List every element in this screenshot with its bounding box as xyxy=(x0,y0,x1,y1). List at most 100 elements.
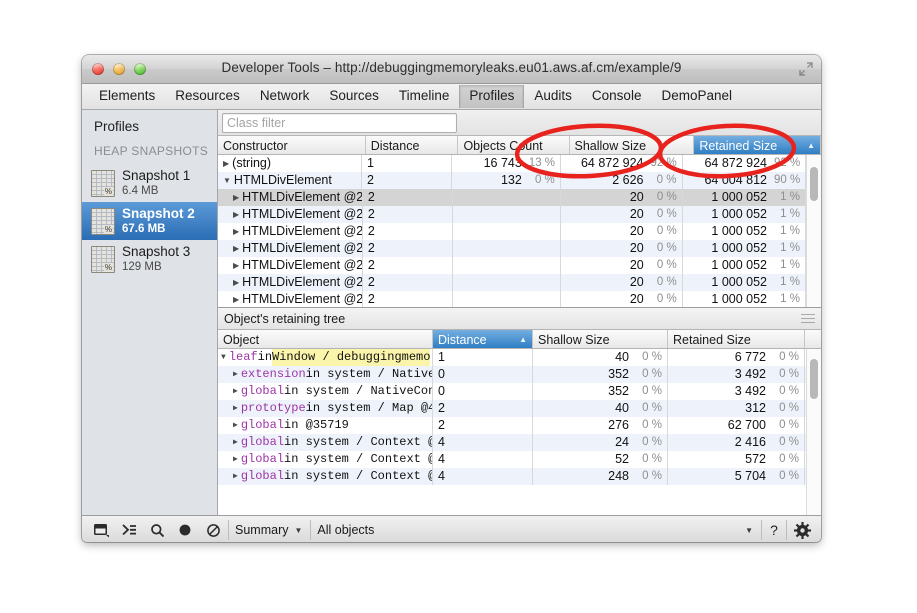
column-header-rt-retained-size[interactable]: Retained Size xyxy=(668,330,805,348)
clear-prohibited-icon[interactable] xyxy=(200,519,226,541)
cell-retained-size-percent: 90 % xyxy=(774,172,800,189)
cell-shallow-size: 200 % xyxy=(561,274,682,291)
cell-object: ▶extension in system / NativeC xyxy=(218,366,433,383)
disclosure-triangle-icon[interactable]: ▶ xyxy=(233,194,239,202)
tab-console[interactable]: Console xyxy=(582,85,652,108)
column-header-rt-distance[interactable]: Distance ▲ xyxy=(433,330,533,348)
object-context: in system / Map @40 xyxy=(306,400,433,417)
column-header-objects-count[interactable]: Objects Count xyxy=(458,136,569,154)
table-row[interactable]: ▶HTMLDivElement @22200 %1 000 0521 % xyxy=(218,206,806,223)
cell-retained-size-value: 1 000 052 xyxy=(711,291,767,307)
disclosure-triangle-icon[interactable]: ▼ xyxy=(221,354,226,362)
table-row[interactable]: ▶global in @3571922760 %62 7000 % xyxy=(218,417,806,434)
cell-distance: 2 xyxy=(363,291,453,307)
view-select[interactable]: Summary ▼ xyxy=(228,520,308,540)
fullscreen-icon[interactable] xyxy=(799,62,813,76)
console-prompt-icon[interactable] xyxy=(116,519,142,541)
cell-distance: 2 xyxy=(363,240,453,257)
tab-sources[interactable]: Sources xyxy=(319,85,389,108)
disclosure-triangle-icon[interactable]: ▶ xyxy=(233,456,238,464)
table-row[interactable]: ▶HTMLDivElement @22200 %1 000 0521 % xyxy=(218,291,806,307)
sidebar-item-snapshot-3[interactable]: % Snapshot 3 129 MB xyxy=(82,240,217,278)
object-filter-select[interactable]: All objects ▼ xyxy=(310,520,759,540)
object-context: in system / NativeC xyxy=(306,366,433,383)
table-row[interactable]: ▶global in system / Context @842480 %5 7… xyxy=(218,468,806,485)
table-row[interactable]: ▶HTMLDivElement @22200 %1 000 0521 % xyxy=(218,274,806,291)
help-button[interactable]: ? xyxy=(761,520,787,540)
cell-retained-size: 1 000 0521 % xyxy=(683,257,806,274)
cell-retained-size: 64 004 81290 % xyxy=(683,172,807,189)
vertical-scrollbar[interactable] xyxy=(806,349,821,515)
disclosure-triangle-icon[interactable]: ▶ xyxy=(233,405,238,413)
cell-objects-count-value: 16 743 xyxy=(484,155,522,172)
record-circle-icon[interactable] xyxy=(172,519,198,541)
column-header-retained-size-label: Retained Size xyxy=(699,139,777,153)
table-row[interactable]: ▶global in system / NativeCon03520 %3 49… xyxy=(218,383,806,400)
retaining-tree-title: Object's retaining tree xyxy=(224,312,345,326)
tab-network[interactable]: Network xyxy=(250,85,320,108)
cell-objects-count-percent: 13 % xyxy=(529,155,555,172)
cell-objects-count xyxy=(453,189,561,206)
disclosure-triangle-icon[interactable]: ▶ xyxy=(223,160,229,168)
cell-rt-shallow-size-percent: 0 % xyxy=(636,400,662,417)
disclosure-triangle-icon[interactable]: ▶ xyxy=(233,228,239,236)
tab-elements[interactable]: Elements xyxy=(89,85,165,108)
table-row[interactable]: ▼leaf in Window / debuggingmemo1400 %6 7… xyxy=(218,349,806,366)
disclosure-triangle-icon[interactable]: ▶ xyxy=(233,262,239,270)
disclosure-triangle-icon[interactable]: ▶ xyxy=(233,296,239,304)
column-header-object[interactable]: Object xyxy=(218,330,433,348)
panel-grip-icon[interactable] xyxy=(801,311,815,326)
disclosure-triangle-icon[interactable]: ▶ xyxy=(233,279,239,287)
table-row[interactable]: ▶HTMLDivElement @22200 %1 000 0521 % xyxy=(218,257,806,274)
cell-rt-retained-size-percent: 0 % xyxy=(773,400,799,417)
table-row[interactable]: ▶prototype in system / Map @402400 %3120… xyxy=(218,400,806,417)
table-row[interactable]: ▶HTMLDivElement @22200 %1 000 0521 % xyxy=(218,223,806,240)
disclosure-triangle-icon[interactable]: ▶ xyxy=(233,211,239,219)
column-header-shallow-size[interactable]: Shallow Size xyxy=(570,136,695,154)
disclosure-triangle-icon[interactable]: ▶ xyxy=(233,439,238,447)
vertical-scrollbar[interactable] xyxy=(806,155,821,307)
cell-retained-size: 1 000 0521 % xyxy=(683,240,806,257)
table-row[interactable]: ▶(string)116 74313 %64 872 92492 %64 872… xyxy=(218,155,806,172)
tab-timeline[interactable]: Timeline xyxy=(389,85,460,108)
scrollbar-thumb[interactable] xyxy=(810,359,818,399)
disclosure-triangle-icon[interactable]: ▶ xyxy=(233,371,238,379)
table-row[interactable]: ▶HTMLDivElement @22200 %1 000 0521 % xyxy=(218,240,806,257)
search-input[interactable] xyxy=(222,113,457,133)
cell-retained-size: 1 000 0521 % xyxy=(683,223,806,240)
cell-retained-size-percent: 1 % xyxy=(774,189,800,206)
dock-window-icon[interactable] xyxy=(88,519,114,541)
sidebar-item-snapshot-2[interactable]: % Snapshot 2 67.6 MB xyxy=(82,202,217,240)
disclosure-triangle-icon[interactable]: ▶ xyxy=(233,422,238,430)
tab-resources[interactable]: Resources xyxy=(165,85,250,108)
snapshot-name: Snapshot 3 xyxy=(122,244,190,260)
disclosure-triangle-icon[interactable]: ▶ xyxy=(233,245,239,253)
scrollbar-thumb[interactable] xyxy=(810,167,818,201)
object-filter-value: All objects xyxy=(317,523,374,537)
tab-demopanel[interactable]: DemoPanel xyxy=(651,85,742,108)
table-row[interactable]: ▶global in system / Context @84520 %5720… xyxy=(218,451,806,468)
cell-rt-retained-size-percent: 0 % xyxy=(773,451,799,468)
sidebar-section-heap-snapshots: HEAP SNAPSHOTS xyxy=(82,141,217,164)
column-header-constructor[interactable]: Constructor xyxy=(218,136,366,154)
constructor-name: HTMLDivElement @2 xyxy=(242,223,363,240)
tab-profiles[interactable]: Profiles xyxy=(459,85,524,108)
sidebar-item-snapshot-1[interactable]: % Snapshot 1 6.4 MB xyxy=(82,164,217,202)
view-select-value: Summary xyxy=(235,523,288,537)
column-header-distance[interactable]: Distance xyxy=(366,136,459,154)
disclosure-triangle-icon[interactable]: ▶ xyxy=(233,473,238,481)
disclosure-triangle-icon[interactable]: ▼ xyxy=(223,177,231,185)
table-row[interactable]: ▶extension in system / NativeC03520 %3 4… xyxy=(218,366,806,383)
column-header-retained-size[interactable]: Retained Size ▲ xyxy=(694,136,821,154)
cell-retained-size: 1 000 0521 % xyxy=(683,189,806,206)
search-icon[interactable] xyxy=(144,519,170,541)
table-row[interactable]: ▶global in system / Context @24240 %2 41… xyxy=(218,434,806,451)
table-row[interactable]: ▶HTMLDivElement @22200 %1 000 0521 % xyxy=(218,189,806,206)
gear-icon[interactable] xyxy=(789,519,815,541)
cell-object: ▶global in system / Context @8 xyxy=(218,468,433,485)
retaining-tree-titlebar: Object's retaining tree xyxy=(218,307,821,330)
column-header-rt-shallow-size[interactable]: Shallow Size xyxy=(533,330,668,348)
disclosure-triangle-icon[interactable]: ▶ xyxy=(233,388,238,396)
tab-audits[interactable]: Audits xyxy=(524,85,582,108)
table-row[interactable]: ▼HTMLDivElement21320 %2 6260 %64 004 812… xyxy=(218,172,806,189)
